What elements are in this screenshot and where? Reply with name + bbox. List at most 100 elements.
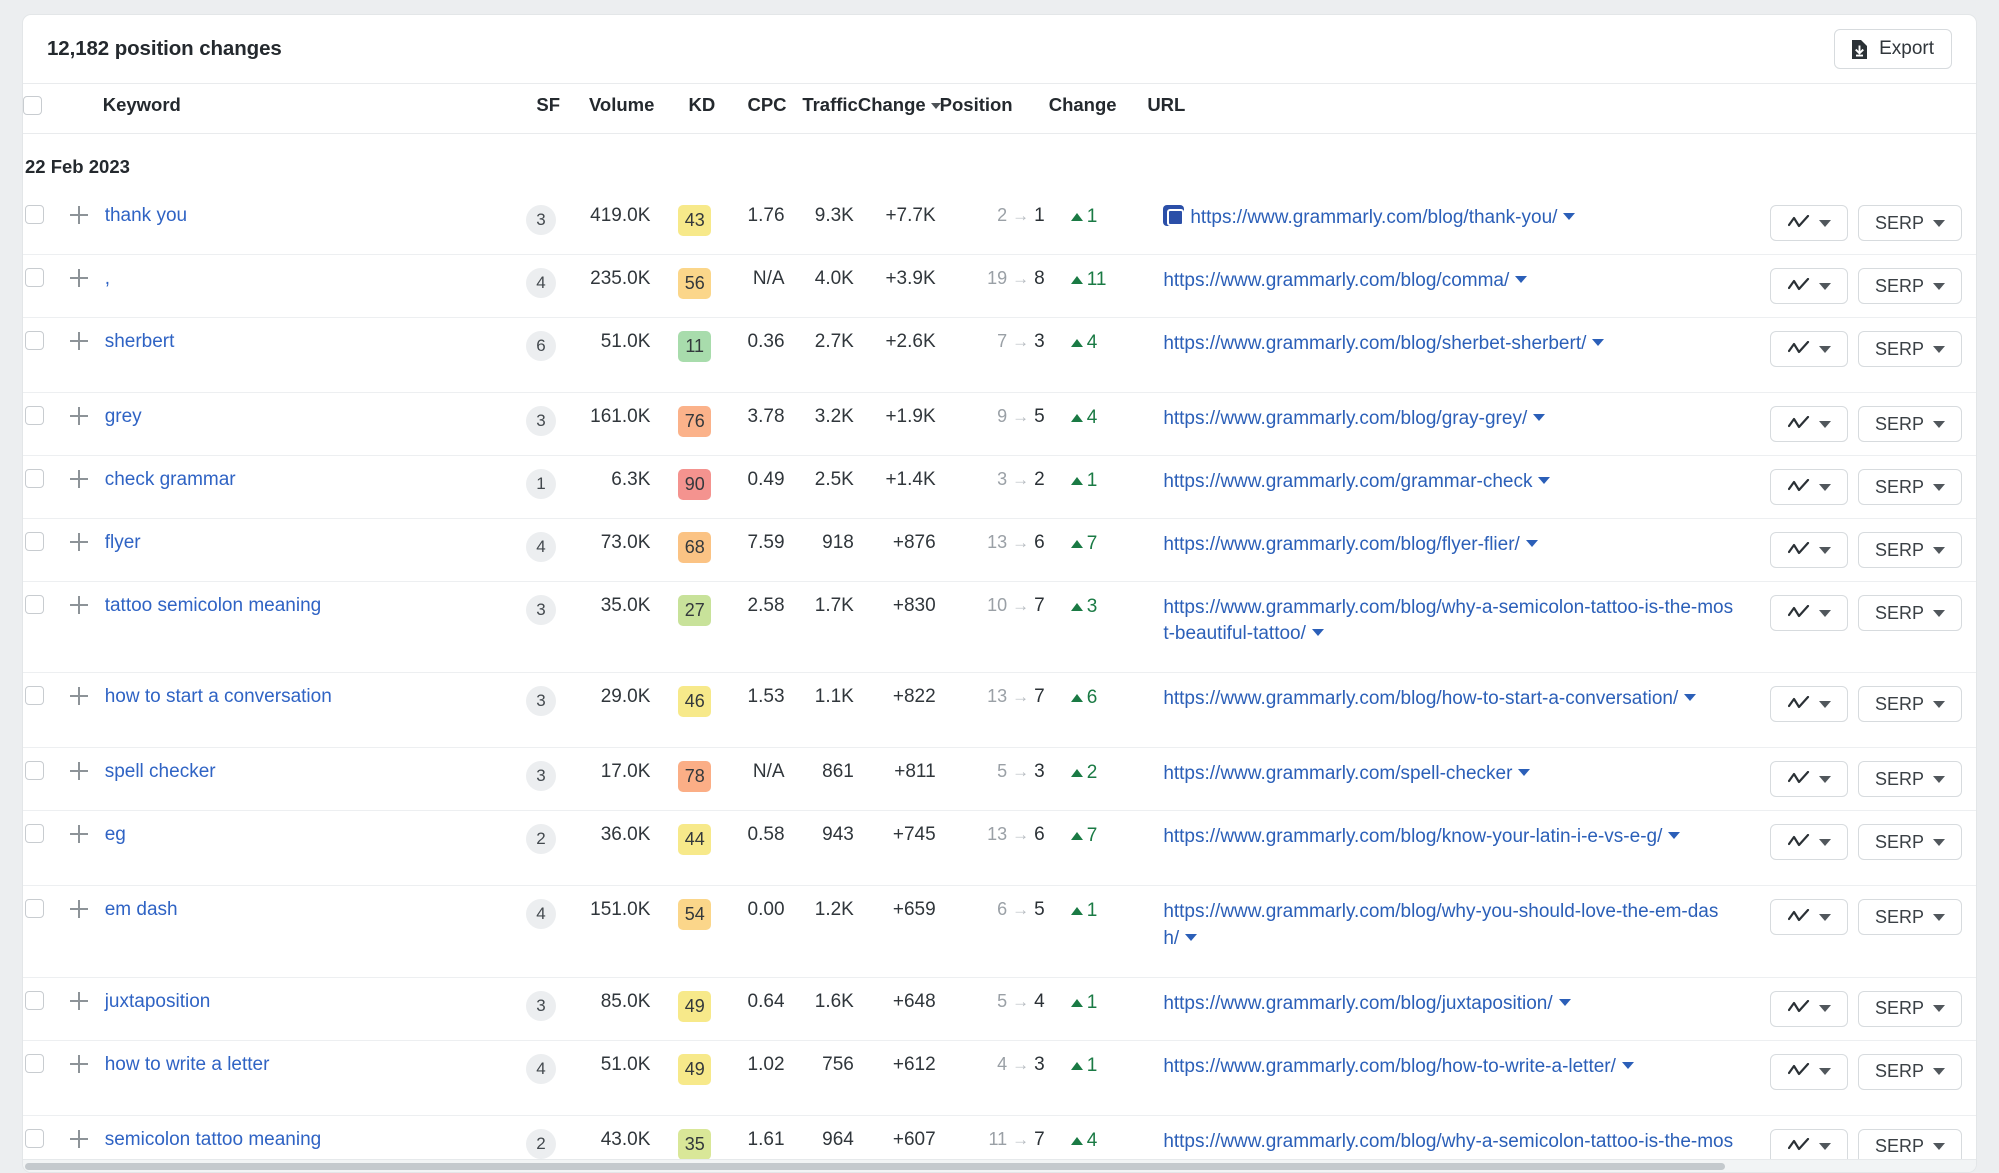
metrics-chart-button[interactable]: [1770, 469, 1848, 505]
row-checkbox[interactable]: [25, 824, 44, 843]
serp-button[interactable]: SERP: [1858, 532, 1962, 568]
export-button[interactable]: Export: [1834, 29, 1952, 69]
keyword-link[interactable]: flyer: [105, 532, 141, 553]
row-checkbox[interactable]: [25, 595, 44, 614]
column-header-kd[interactable]: KD: [654, 84, 715, 134]
url-link[interactable]: https://www.grammarly.com/blog/flyer-fli…: [1163, 534, 1520, 555]
expand-plus-icon[interactable]: [70, 1055, 88, 1073]
serp-button[interactable]: SERP: [1858, 268, 1962, 304]
url-dropdown-caret-icon[interactable]: [1622, 1062, 1634, 1069]
horizontal-scrollbar[interactable]: [23, 1159, 1976, 1172]
expand-plus-icon[interactable]: [70, 992, 88, 1010]
serp-button[interactable]: SERP: [1858, 899, 1962, 935]
url-dropdown-caret-icon[interactable]: [1592, 339, 1604, 346]
url-dropdown-caret-icon[interactable]: [1515, 276, 1527, 283]
expand-plus-icon[interactable]: [70, 470, 88, 488]
serp-button[interactable]: SERP: [1858, 991, 1962, 1027]
keyword-link[interactable]: how to write a letter: [105, 1054, 270, 1075]
url-link[interactable]: https://www.grammarly.com/blog/why-a-sem…: [1163, 597, 1733, 644]
serp-button[interactable]: SERP: [1858, 205, 1962, 241]
row-checkbox[interactable]: [25, 532, 44, 551]
expand-plus-icon[interactable]: [70, 206, 88, 224]
metrics-chart-button[interactable]: [1770, 532, 1848, 568]
column-header-change-position[interactable]: Change: [1049, 84, 1148, 134]
keyword-link[interactable]: how to start a conversation: [105, 686, 332, 707]
url-link[interactable]: https://www.grammarly.com/grammar-check: [1163, 471, 1532, 492]
row-checkbox[interactable]: [25, 268, 44, 287]
serp-button[interactable]: SERP: [1858, 595, 1962, 631]
url-dropdown-caret-icon[interactable]: [1559, 999, 1571, 1006]
keyword-link[interactable]: em dash: [105, 899, 178, 920]
column-header-cpc[interactable]: CPC: [715, 84, 786, 134]
expand-plus-icon[interactable]: [70, 596, 88, 614]
keyword-link[interactable]: grey: [105, 406, 142, 427]
url-dropdown-caret-icon[interactable]: [1538, 477, 1550, 484]
column-header-position[interactable]: Position: [940, 84, 1049, 134]
serp-button[interactable]: SERP: [1858, 1054, 1962, 1090]
expand-plus-icon[interactable]: [70, 825, 88, 843]
expand-plus-icon[interactable]: [70, 762, 88, 780]
url-dropdown-caret-icon[interactable]: [1518, 769, 1530, 776]
expand-plus-icon[interactable]: [70, 332, 88, 350]
column-header-sf[interactable]: SF: [501, 84, 560, 134]
metrics-chart-button[interactable]: [1770, 899, 1848, 935]
expand-plus-icon[interactable]: [70, 533, 88, 551]
url-link[interactable]: https://www.grammarly.com/blog/how-to-wr…: [1163, 1056, 1616, 1077]
keyword-link[interactable]: juxtaposition: [105, 991, 211, 1012]
keyword-link[interactable]: check grammar: [105, 469, 236, 490]
url-link[interactable]: https://www.grammarly.com/blog/juxtaposi…: [1163, 993, 1552, 1014]
column-header-volume[interactable]: Volume: [560, 84, 654, 134]
column-header-url[interactable]: URL: [1147, 84, 1734, 134]
metrics-chart-button[interactable]: [1770, 205, 1848, 241]
row-checkbox[interactable]: [25, 899, 44, 918]
horizontal-scrollbar-thumb[interactable]: [25, 1163, 1725, 1170]
metrics-chart-button[interactable]: [1770, 268, 1848, 304]
row-checkbox[interactable]: [25, 761, 44, 780]
serp-button[interactable]: SERP: [1858, 824, 1962, 860]
expand-plus-icon[interactable]: [70, 269, 88, 287]
serp-button[interactable]: SERP: [1858, 331, 1962, 367]
select-all-checkbox[interactable]: [23, 96, 42, 115]
row-checkbox[interactable]: [25, 331, 44, 350]
keyword-link[interactable]: eg: [105, 824, 126, 845]
column-header-traffic[interactable]: Traffic: [787, 84, 858, 134]
url-dropdown-caret-icon[interactable]: [1185, 934, 1197, 941]
url-dropdown-caret-icon[interactable]: [1668, 832, 1680, 839]
keyword-link[interactable]: ,: [105, 268, 110, 289]
serp-button[interactable]: SERP: [1858, 469, 1962, 505]
keyword-link[interactable]: semicolon tattoo meaning: [105, 1129, 322, 1150]
serp-button[interactable]: SERP: [1858, 406, 1962, 442]
url-link[interactable]: https://www.grammarly.com/blog/sherbet-s…: [1163, 333, 1586, 354]
serp-button[interactable]: SERP: [1858, 761, 1962, 797]
row-checkbox[interactable]: [25, 686, 44, 705]
keyword-link[interactable]: thank you: [105, 205, 187, 226]
row-checkbox[interactable]: [25, 991, 44, 1010]
url-link[interactable]: https://www.grammarly.com/blog/thank-you…: [1190, 207, 1557, 228]
metrics-chart-button[interactable]: [1770, 824, 1848, 860]
keyword-link[interactable]: tattoo semicolon meaning: [105, 595, 322, 616]
metrics-chart-button[interactable]: [1770, 406, 1848, 442]
row-checkbox[interactable]: [25, 205, 44, 224]
keyword-link[interactable]: spell checker: [105, 761, 216, 782]
url-dropdown-caret-icon[interactable]: [1563, 213, 1575, 220]
expand-plus-icon[interactable]: [70, 407, 88, 425]
metrics-chart-button[interactable]: [1770, 761, 1848, 797]
url-link[interactable]: https://www.grammarly.com/blog/gray-grey…: [1163, 408, 1527, 429]
url-dropdown-caret-icon[interactable]: [1533, 414, 1545, 421]
metrics-chart-button[interactable]: [1770, 991, 1848, 1027]
url-link[interactable]: https://www.grammarly.com/spell-checker: [1163, 763, 1512, 784]
url-dropdown-caret-icon[interactable]: [1526, 540, 1538, 547]
serp-button[interactable]: SERP: [1858, 686, 1962, 722]
metrics-chart-button[interactable]: [1770, 686, 1848, 722]
metrics-chart-button[interactable]: [1770, 1054, 1848, 1090]
row-checkbox[interactable]: [25, 406, 44, 425]
url-link[interactable]: https://www.grammarly.com/blog/know-your…: [1163, 826, 1662, 847]
expand-plus-icon[interactable]: [70, 900, 88, 918]
expand-plus-icon[interactable]: [70, 687, 88, 705]
url-dropdown-caret-icon[interactable]: [1312, 629, 1324, 636]
row-checkbox[interactable]: [25, 469, 44, 488]
keyword-link[interactable]: sherbert: [105, 331, 175, 352]
row-checkbox[interactable]: [25, 1054, 44, 1073]
metrics-chart-button[interactable]: [1770, 331, 1848, 367]
row-checkbox[interactable]: [25, 1129, 44, 1148]
